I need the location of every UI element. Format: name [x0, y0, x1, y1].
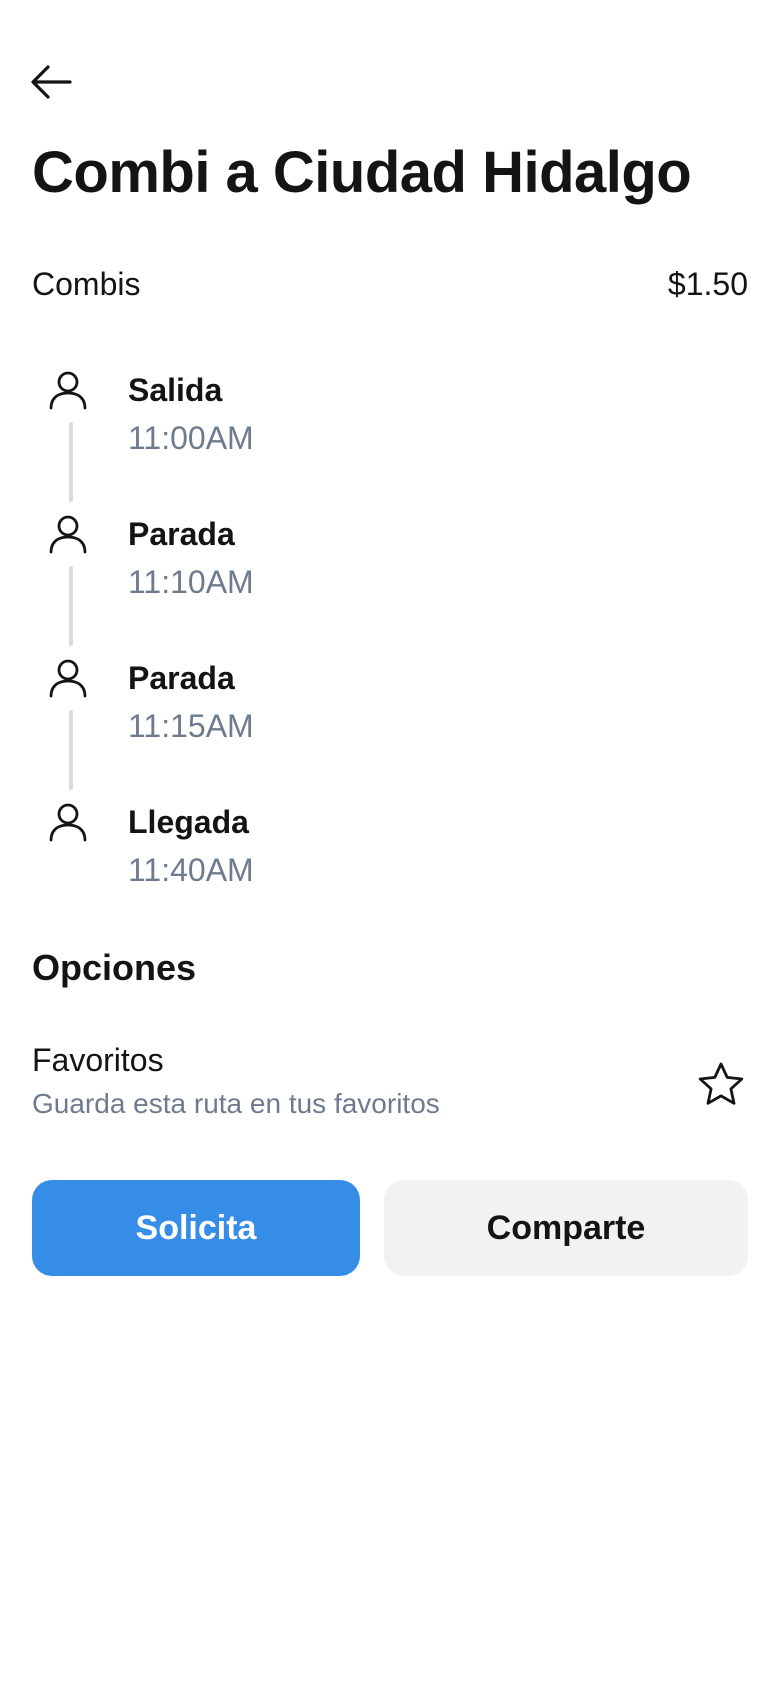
favorites-label: Favoritos [32, 1042, 164, 1078]
route-timeline: Salida 11:00AM Parada 11:10AM Parada 11:… [32, 360, 732, 936]
back-button[interactable] [30, 58, 82, 106]
action-buttons: Solicita Comparte [32, 1180, 748, 1276]
favorites-description: Guarda esta ruta en tus favoritos [32, 1088, 440, 1119]
share-button[interactable]: Comparte [384, 1180, 748, 1276]
timeline-stop: Llegada 11:40AM [32, 792, 732, 936]
person-icon [49, 659, 87, 698]
timeline-stop: Salida 11:00AM [32, 360, 732, 504]
request-button[interactable]: Solicita [32, 1180, 360, 1276]
route-detail-screen: Combi a Ciudad Hidalgo Combis $1.50 Sali… [0, 0, 780, 1688]
arrow-left-icon [31, 65, 72, 99]
stop-time: 11:00AM [128, 420, 254, 456]
favorite-toggle-button[interactable] [696, 1060, 746, 1110]
options-heading: Opciones [32, 947, 197, 988]
page-title: Combi a Ciudad Hidalgo [32, 140, 692, 205]
favorites-option[interactable]: Favoritos Guarda esta ruta en tus favori… [32, 1038, 748, 1138]
timeline-stop: Parada 11:15AM [32, 648, 732, 792]
stop-time: 11:10AM [128, 564, 254, 600]
star-icon [698, 1062, 744, 1105]
person-icon [49, 515, 87, 554]
fare-row: Combis $1.50 [32, 262, 748, 306]
person-icon [49, 371, 87, 410]
stop-name: Llegada [128, 804, 249, 840]
timeline-connector [69, 566, 73, 646]
stop-name: Salida [128, 372, 223, 408]
stop-name: Parada [128, 516, 235, 552]
transport-mode: Combis [32, 265, 141, 302]
timeline-connector [69, 710, 73, 790]
fare-price: $1.50 [667, 265, 748, 302]
stop-name: Parada [128, 660, 235, 696]
stop-time: 11:15AM [128, 708, 254, 744]
timeline-stop: Parada 11:10AM [32, 504, 732, 648]
person-icon [49, 803, 87, 842]
stop-time: 11:40AM [128, 852, 254, 888]
timeline-connector [69, 422, 73, 502]
